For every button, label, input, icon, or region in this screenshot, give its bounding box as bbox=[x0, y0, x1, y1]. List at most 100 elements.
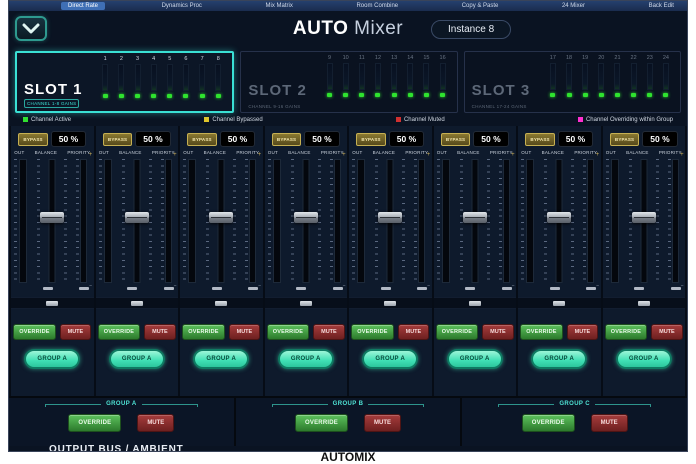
top-menu-item[interactable]: Back Edit bbox=[642, 2, 681, 10]
group-assign-button[interactable]: GROUP A bbox=[447, 349, 503, 369]
balance-fader-handle[interactable] bbox=[40, 212, 64, 223]
gain-value[interactable]: 50 % bbox=[220, 131, 255, 147]
mute-button[interactable]: MUTE bbox=[651, 324, 683, 340]
channel-number: 24 bbox=[663, 55, 669, 61]
mute-button[interactable]: MUTE bbox=[144, 324, 176, 340]
priority-min-marker bbox=[79, 287, 89, 290]
priority-fader-track[interactable] bbox=[165, 159, 172, 283]
group-assign-button[interactable]: GROUP A bbox=[278, 349, 334, 369]
bypass-button[interactable]: BYPASS bbox=[103, 133, 132, 146]
balance-fader-handle[interactable] bbox=[463, 212, 487, 223]
horizontal-slider-handle[interactable] bbox=[131, 301, 143, 306]
gain-value[interactable]: 50 % bbox=[51, 131, 86, 147]
priority-min-marker bbox=[586, 287, 596, 290]
priority-fader-track[interactable] bbox=[672, 159, 679, 283]
gain-value[interactable]: 50 % bbox=[558, 131, 593, 147]
priority-fader-track[interactable] bbox=[503, 159, 510, 283]
mute-button[interactable]: MUTE bbox=[60, 324, 92, 340]
group-override-button[interactable]: OVERRIDE bbox=[295, 414, 348, 432]
channel-meter bbox=[550, 63, 556, 90]
balance-fader-handle[interactable] bbox=[209, 212, 233, 223]
balance-min-marker bbox=[634, 287, 644, 290]
bypass-button[interactable]: BYPASS bbox=[18, 133, 47, 146]
legend-swatch bbox=[578, 117, 583, 122]
gain-value[interactable]: 50 % bbox=[642, 131, 677, 147]
out-label: OUT bbox=[268, 150, 278, 155]
channel-meter bbox=[327, 63, 333, 90]
bypass-button[interactable]: BYPASS bbox=[272, 133, 301, 146]
group-assign-button[interactable]: GROUP A bbox=[193, 349, 249, 369]
legend-row: Channel ActiveChannel BypassedChannel Mu… bbox=[9, 113, 687, 126]
group-mute-button[interactable]: MUTE bbox=[591, 414, 628, 432]
override-button[interactable]: OVERRIDE bbox=[520, 324, 562, 340]
balance-fader-handle[interactable] bbox=[125, 212, 149, 223]
override-button[interactable]: OVERRIDE bbox=[351, 324, 393, 340]
channel-active-led bbox=[663, 93, 668, 97]
override-button[interactable]: OVERRIDE bbox=[13, 324, 55, 340]
top-menu-item[interactable]: Room Combine bbox=[349, 2, 405, 10]
bypass-button[interactable]: BYPASS bbox=[610, 133, 639, 146]
channel-active-led bbox=[550, 93, 555, 97]
out-label: OUT bbox=[521, 150, 531, 155]
slot-panel-1[interactable]: SLOT 1CHANNEL 1-8 GAINS12345678 bbox=[15, 51, 234, 113]
bypass-button[interactable]: BYPASS bbox=[441, 133, 470, 146]
group-assign-button[interactable]: GROUP A bbox=[24, 349, 80, 369]
channel-number: 7 bbox=[201, 56, 204, 62]
horizontal-slider-handle[interactable] bbox=[300, 301, 312, 306]
mute-button[interactable]: MUTE bbox=[313, 324, 345, 340]
priority-fader-track[interactable] bbox=[587, 159, 594, 283]
horizontal-slider-handle[interactable] bbox=[469, 301, 481, 306]
group-assign-button[interactable]: GROUP A bbox=[616, 349, 672, 369]
legend-item: Channel Overriding within Group bbox=[578, 117, 673, 123]
gain-value[interactable]: 50 % bbox=[389, 131, 424, 147]
bypass-button[interactable]: BYPASS bbox=[356, 133, 385, 146]
group-override-button[interactable]: OVERRIDE bbox=[522, 414, 575, 432]
horizontal-slider-handle[interactable] bbox=[46, 301, 58, 306]
top-menu-item[interactable]: Mix Matrix bbox=[259, 2, 300, 10]
mute-button[interactable]: MUTE bbox=[567, 324, 599, 340]
balance-fader-handle[interactable] bbox=[632, 212, 656, 223]
instance-button[interactable]: Instance 8 bbox=[431, 20, 511, 39]
gain-value[interactable]: 50 % bbox=[135, 131, 170, 147]
gain-value[interactable]: 50 % bbox=[304, 131, 339, 147]
override-button[interactable]: OVERRIDE bbox=[98, 324, 140, 340]
horizontal-slider-handle[interactable] bbox=[215, 301, 227, 306]
group-assign-button[interactable]: GROUP A bbox=[531, 349, 587, 369]
top-menu-item[interactable]: Direct Rate bbox=[61, 2, 105, 10]
balance-fader-handle[interactable] bbox=[547, 212, 571, 223]
priority-fader-track[interactable] bbox=[418, 159, 425, 283]
gain-value[interactable]: 50 % bbox=[473, 131, 508, 147]
group-override-button[interactable]: OVERRIDE bbox=[68, 414, 121, 432]
bypass-button[interactable]: BYPASS bbox=[525, 133, 554, 146]
priority-fader-track[interactable] bbox=[80, 159, 87, 283]
bypass-button[interactable]: BYPASS bbox=[187, 133, 216, 146]
override-button[interactable]: OVERRIDE bbox=[436, 324, 478, 340]
top-menu-item[interactable]: 24 Mixer bbox=[555, 2, 592, 10]
balance-fader-handle[interactable] bbox=[378, 212, 402, 223]
horizontal-slider-handle[interactable] bbox=[638, 301, 650, 306]
slot-panel-3[interactable]: SLOT 3CHANNEL 17-24 GAINS171819202122232… bbox=[464, 51, 681, 113]
priority-fader-track[interactable] bbox=[334, 159, 341, 283]
out-label: OUT bbox=[183, 150, 193, 155]
channel-meter bbox=[582, 63, 588, 90]
horizontal-slider-handle[interactable] bbox=[384, 301, 396, 306]
group-mute-button[interactable]: MUTE bbox=[137, 414, 174, 432]
horizontal-slider-handle[interactable] bbox=[553, 301, 565, 306]
out-meter bbox=[357, 159, 365, 283]
slot-panel-2[interactable]: SLOT 2CHANNEL 9-16 GAINS910111213141516 bbox=[240, 51, 457, 113]
priority-fader-track[interactable] bbox=[249, 159, 256, 283]
channel-active-led bbox=[343, 93, 348, 97]
override-button[interactable]: OVERRIDE bbox=[267, 324, 309, 340]
top-menu-item[interactable]: Dynamics Proc bbox=[155, 2, 209, 10]
balance-fader-handle[interactable] bbox=[294, 212, 318, 223]
group-assign-button[interactable]: GROUP A bbox=[362, 349, 418, 369]
group-mute-button[interactable]: MUTE bbox=[364, 414, 401, 432]
override-button[interactable]: OVERRIDE bbox=[182, 324, 224, 340]
top-menu-item[interactable]: Copy & Paste bbox=[455, 2, 506, 10]
mute-button[interactable]: MUTE bbox=[482, 324, 514, 340]
group-assign-button[interactable]: GROUP A bbox=[109, 349, 165, 369]
override-button[interactable]: OVERRIDE bbox=[605, 324, 647, 340]
mute-button[interactable]: MUTE bbox=[398, 324, 430, 340]
mute-button[interactable]: MUTE bbox=[229, 324, 261, 340]
channel-meter bbox=[631, 63, 637, 90]
